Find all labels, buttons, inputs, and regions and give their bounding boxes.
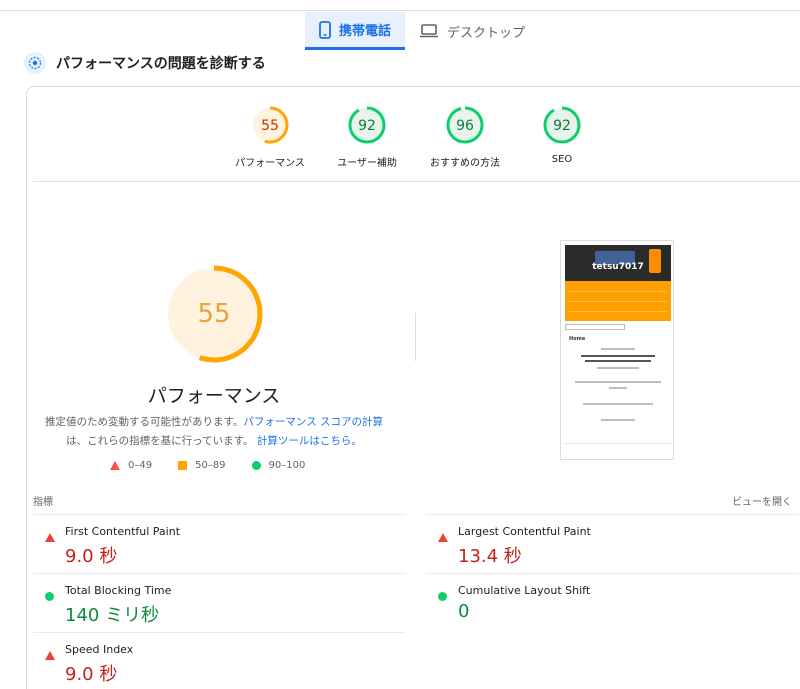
expand-view-toggle[interactable]: ビューを開く: [732, 493, 792, 508]
pass-circle-icon: [45, 586, 54, 605]
performance-main-title: パフォーマンス: [147, 385, 281, 407]
average-square-icon: [178, 461, 188, 470]
metric-tbt: Total Blocking Time 140 ミリ秒: [33, 573, 406, 631]
metric-lcp-value: 13.4 秒: [458, 546, 522, 567]
metrics-header: 指標 ビューを開く: [33, 493, 800, 508]
category-gauges: 55 パフォーマンス 92 ユーザー補助 96 おすすめの方法 92 SEO: [0, 104, 800, 174]
gauge-seo-score: 92: [553, 118, 571, 134]
legend-fail: 0–49: [110, 460, 152, 471]
metric-speed-index: Speed Index 9.0 秒: [33, 632, 406, 689]
metrics-label: 指標: [33, 497, 53, 508]
thumbnail-menu: [565, 281, 671, 321]
metric-fcp: First Contentful Paint 9.0 秒: [33, 514, 406, 572]
metric-tbt-value: 140 ミリ秒: [65, 605, 160, 626]
metric-cls: Cumulative Layout Shift 0: [426, 573, 799, 631]
legend-fail-label: 0–49: [128, 460, 153, 471]
metric-fcp-name: First Contentful Paint: [65, 525, 181, 538]
thumbnail-bottom-nav: [565, 443, 671, 455]
gauge-performance-score: 55: [261, 118, 279, 134]
legend-pass-label: 90–100: [268, 460, 306, 471]
diagnose-header: パフォーマンスの問題を診断する: [24, 52, 266, 74]
score-note-text-2: は、これらの指標を基に行っています。: [66, 435, 254, 447]
pass-circle-icon: [438, 586, 447, 605]
page-screenshot-thumbnail: tetsu7017 Home: [560, 240, 674, 460]
tab-desktop[interactable]: デスクトップ: [405, 12, 539, 50]
metric-cls-name: Cumulative Layout Shift: [458, 584, 591, 597]
gauge-best-practices-label: おすすめの方法: [430, 158, 500, 169]
gauge-seo-label: SEO: [551, 154, 573, 165]
lab-data-icon: [24, 52, 46, 74]
gauges-divider: [33, 181, 800, 182]
gauge-accessibility-ring: 92: [348, 106, 386, 144]
performance-main-gauge: 55: [164, 264, 264, 368]
gauge-seo-ring: 92: [543, 106, 581, 144]
gauge-performance-ring: 55: [251, 106, 289, 144]
performance-main-score: 55: [197, 299, 230, 329]
tab-desktop-label: デスクトップ: [447, 25, 526, 41]
fail-triangle-icon: [45, 645, 55, 664]
gauge-accessibility-score: 92: [358, 118, 376, 134]
metric-cls-value: 0: [458, 601, 470, 622]
tab-mobile-label: 携帯電話: [339, 24, 392, 39]
metric-speed-index-name: Speed Index: [65, 643, 134, 656]
device-tabs: 携帯電話 デスクトップ: [305, 12, 539, 50]
thumbnail-hero: tetsu7017: [565, 245, 671, 281]
gauge-seo[interactable]: 92 SEO: [502, 104, 622, 165]
legend-average: 50–89: [178, 460, 226, 471]
score-calculation-link[interactable]: パフォーマンス スコアの計算: [243, 416, 383, 428]
thumbnail-site-title: tetsu7017: [592, 262, 644, 272]
legend-pass: 90–100: [251, 460, 306, 471]
score-note-text-1: 推定値のため変動する可能性があります。: [44, 416, 244, 428]
gauge-performance-label: パフォーマンス: [235, 158, 305, 169]
thumbnail-searchbar: [565, 324, 625, 330]
metric-fcp-value: 9.0 秒: [65, 546, 118, 567]
metric-tbt-name: Total Blocking Time: [65, 584, 172, 597]
gauge-best-practices-ring: 96: [446, 106, 484, 144]
score-note: 推定値のため変動する可能性があります。パフォーマンス スコアの計算 は、これらの…: [44, 413, 384, 451]
metric-speed-index-value: 9.0 秒: [65, 664, 118, 685]
score-legend: 0–49 50–89 90–100: [110, 460, 331, 471]
diagnose-title: パフォーマンスの問題を診断する: [56, 56, 266, 72]
vertical-divider: [415, 313, 416, 361]
gauge-best-practices-score: 96: [456, 118, 474, 134]
performance-main-ring: 55: [165, 265, 263, 363]
legend-average-label: 50–89: [195, 460, 226, 471]
top-divider: [0, 10, 800, 11]
metric-lcp: Largest Contentful Paint 13.4 秒: [426, 514, 799, 572]
calculator-link[interactable]: 計算ツールはこちら。: [257, 435, 362, 447]
gauge-accessibility-label: ユーザー補助: [337, 158, 397, 169]
fail-triangle-icon: [438, 527, 448, 546]
metric-lcp-name: Largest Contentful Paint: [458, 525, 591, 538]
smartphone-icon: [319, 20, 331, 39]
pass-circle-icon: [251, 461, 261, 470]
fail-triangle-icon: [110, 461, 120, 470]
fail-triangle-icon: [45, 527, 55, 546]
laptop-icon: [419, 24, 439, 38]
tab-mobile[interactable]: 携帯電話: [305, 12, 406, 50]
thumbnail-heading: Home: [569, 336, 586, 342]
